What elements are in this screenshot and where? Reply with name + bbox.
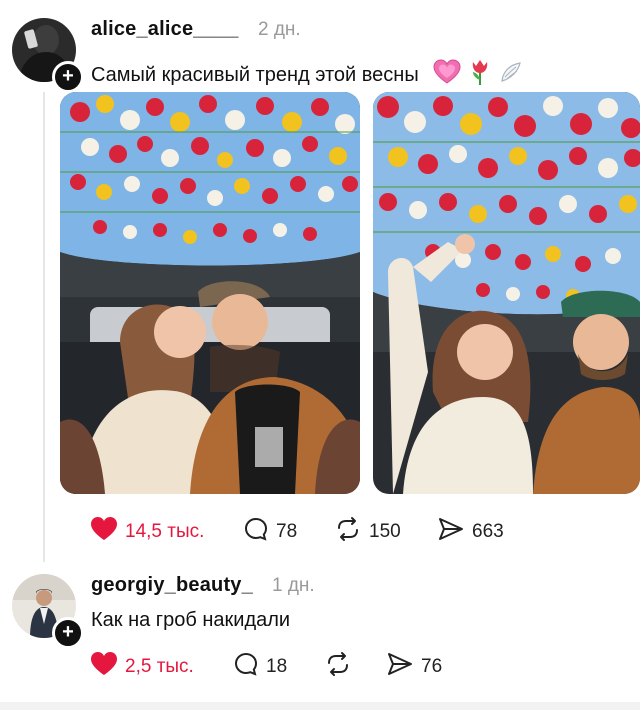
photo-couple-kissing[interactable]: [60, 92, 360, 494]
reply-username[interactable]: georgiy_beauty_: [91, 574, 253, 597]
reply-timestamp: 1 дн.: [272, 575, 315, 596]
reply-like-button[interactable]: 2,5 тыс.: [90, 651, 194, 683]
post-text-content: Самый красивый тренд этой весны: [91, 63, 419, 86]
post-like-button[interactable]: 14,5 тыс.: [90, 516, 204, 548]
bottom-divider: [0, 702, 640, 710]
reply-follow-plus-button[interactable]: +: [52, 617, 84, 649]
post-comment-count: 78: [276, 521, 298, 542]
reply-share-button[interactable]: 76: [386, 651, 442, 683]
post-like-count: 14,5 тыс.: [125, 521, 205, 542]
comment-bubble-icon: [233, 651, 259, 683]
post-comment-button[interactable]: 78: [243, 516, 297, 548]
reply-comment-count: 18: [266, 656, 288, 677]
heart-filled-icon: [90, 516, 118, 548]
reply-repost-button[interactable]: [324, 651, 352, 683]
heart-filled-icon: [90, 651, 118, 683]
photo-couple-selfie[interactable]: [373, 92, 640, 494]
post-timestamp: 2 дн.: [258, 19, 301, 40]
wing-icon: [499, 60, 523, 90]
tulip-icon: [469, 58, 491, 92]
post-share-count: 663: [472, 521, 504, 542]
post-repost-count: 150: [369, 521, 401, 542]
pink-heart-icon: [433, 59, 461, 91]
post-repost-button[interactable]: 150: [334, 516, 401, 548]
follow-plus-button[interactable]: +: [52, 61, 84, 93]
post-share-button[interactable]: 663: [437, 516, 504, 548]
thread-line: [43, 92, 45, 562]
send-icon: [437, 516, 465, 548]
post-text: Самый красивый тренд этой весны: [91, 58, 523, 92]
reply-like-count: 2,5 тыс.: [125, 656, 194, 677]
repost-icon: [334, 516, 362, 548]
post-username[interactable]: alice_alice____: [91, 18, 239, 41]
send-icon: [386, 651, 414, 683]
reply-comment-button[interactable]: 18: [233, 651, 287, 683]
repost-icon: [324, 651, 352, 683]
reply-share-count: 76: [421, 656, 443, 677]
reply-text: Как на гроб накидали: [91, 609, 291, 631]
comment-bubble-icon: [243, 516, 269, 548]
